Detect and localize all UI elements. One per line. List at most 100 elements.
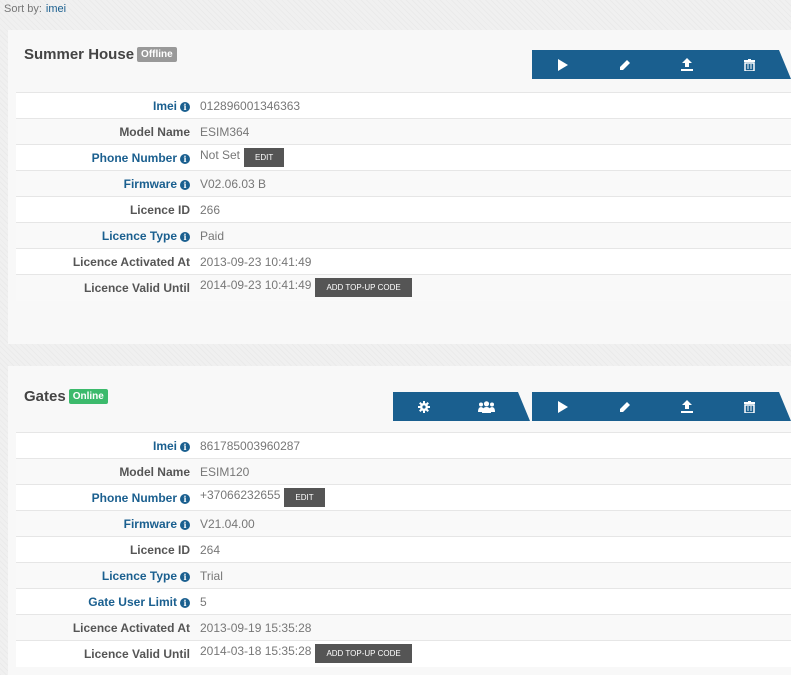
upload-button[interactable] — [656, 392, 718, 421]
row-value: Paid — [196, 222, 791, 249]
row-label: Model Name — [16, 458, 196, 485]
row-value: 5 — [196, 588, 791, 615]
info-icon[interactable]: i — [180, 519, 190, 530]
row-label: Gate User Limit i — [16, 588, 196, 615]
add-top-up-code-button[interactable]: ADD TOP-UP CODE — [315, 644, 412, 664]
row-label: Licence Activated At — [16, 614, 196, 641]
row-label: Phone Number i — [16, 144, 196, 171]
edit-phone-button[interactable]: EDIT — [244, 148, 285, 167]
table-row: Licence Type i Paid — [16, 222, 791, 249]
table-row: Licence Activated At 2013-09-19 15:35:28 — [16, 614, 791, 641]
status-badge: Offline — [137, 47, 177, 62]
delete-button[interactable] — [718, 50, 780, 79]
sort-bar: Sort by: imei — [0, 0, 66, 18]
row-value: 266 — [196, 196, 791, 223]
row-value: 2014-09-23 10:41:49 ADD TOP-UP CODE — [196, 274, 791, 301]
settings-button[interactable] — [393, 392, 455, 421]
table-row: Imei i 012896001346363 — [16, 92, 791, 119]
table-row: Licence Valid Until 2014-03-18 15:35:28 A… — [16, 640, 791, 667]
trash-icon — [744, 401, 755, 413]
status-badge: Online — [68, 389, 108, 404]
row-value: V21.04.00 — [196, 510, 791, 537]
table-row: Firmware i V21.04.00 — [16, 510, 791, 537]
device-info-table: Imei i 012896001346363 Model Name ESIM364… — [16, 92, 791, 301]
edit-button[interactable] — [594, 392, 656, 421]
info-icon[interactable]: i — [180, 571, 190, 582]
upload-icon — [681, 400, 693, 413]
info-icon[interactable]: i — [180, 231, 190, 242]
info-icon[interactable]: i — [180, 441, 190, 452]
table-row: Model Name ESIM364 — [16, 118, 791, 145]
table-row: Licence Activated At 2013-09-23 10:41:49 — [16, 248, 791, 275]
table-row: Licence ID 264 — [16, 536, 791, 563]
play-button[interactable] — [532, 392, 594, 421]
row-label: Model Name — [16, 118, 196, 145]
row-value: Not Set EDIT — [196, 144, 791, 171]
device-title: Summer House Offline — [24, 46, 177, 63]
device-settings-bar — [393, 392, 530, 421]
row-value: 2013-09-19 15:35:28 — [196, 614, 791, 641]
row-label: Firmware i — [16, 510, 196, 537]
upload-button[interactable] — [656, 50, 718, 79]
device-panel-summer-house: Summer House Offline Imei i 01289600134636… — [8, 30, 791, 344]
device-name: Gates — [24, 388, 66, 405]
row-label: Firmware i — [16, 170, 196, 197]
play-button[interactable] — [532, 50, 594, 79]
row-label: Licence Type i — [16, 222, 196, 249]
row-label: Licence Type i — [16, 562, 196, 589]
row-value: ESIM120 — [196, 458, 791, 485]
info-icon[interactable]: i — [180, 597, 190, 608]
row-value: 264 — [196, 536, 791, 563]
row-label: Licence Valid Until — [16, 640, 196, 667]
row-label: Licence ID — [16, 196, 196, 223]
device-name: Summer House — [24, 46, 135, 63]
table-row: Firmware i V02.06.03 B — [16, 170, 791, 197]
table-row: Model Name ESIM120 — [16, 458, 791, 485]
users-button[interactable] — [455, 392, 517, 421]
device-action-bar — [532, 50, 791, 79]
row-value: +37066232655 EDIT — [196, 484, 791, 511]
info-icon[interactable]: i — [180, 179, 190, 190]
table-row: Licence ID 266 — [16, 196, 791, 223]
pencil-icon — [619, 401, 631, 413]
table-row: Licence Type i Trial — [16, 562, 791, 589]
table-row: Phone Number i Not Set EDIT — [16, 144, 791, 171]
row-value: 2014-03-18 15:35:28 ADD TOP-UP CODE — [196, 640, 791, 667]
edit-phone-button[interactable]: EDIT — [284, 488, 325, 507]
row-value: Trial — [196, 562, 791, 589]
row-label: Licence Activated At — [16, 248, 196, 275]
info-icon[interactable]: i — [180, 493, 190, 504]
row-label: Licence ID — [16, 536, 196, 563]
play-icon — [557, 59, 569, 71]
table-row: Phone Number i +37066232655 EDIT — [16, 484, 791, 511]
sort-label: Sort by: — [4, 3, 42, 15]
device-title: Gates Online — [24, 388, 108, 405]
row-label: Imei i — [16, 432, 196, 459]
users-icon — [478, 401, 495, 413]
row-value: 2013-09-23 10:41:49 — [196, 248, 791, 275]
device-panel-gates: Gates Online Imei i 861785003960287 Model … — [8, 366, 791, 675]
add-top-up-code-button[interactable]: ADD TOP-UP CODE — [315, 278, 412, 298]
device-info-table: Imei i 861785003960287 Model Name ESIM120… — [16, 432, 791, 667]
row-value: ESIM364 — [196, 118, 791, 145]
gear-icon — [418, 401, 430, 413]
row-value: 012896001346363 — [196, 92, 791, 119]
table-row: Gate User Limit i 5 — [16, 588, 791, 615]
upload-icon — [681, 58, 693, 71]
table-row: Licence Valid Until 2014-09-23 10:41:49 A… — [16, 274, 791, 301]
info-icon[interactable]: i — [180, 153, 190, 164]
sort-value-link[interactable]: imei — [46, 3, 66, 15]
pencil-icon — [619, 59, 631, 71]
row-value: V02.06.03 B — [196, 170, 791, 197]
row-label: Licence Valid Until — [16, 274, 196, 301]
row-value: 861785003960287 — [196, 432, 791, 459]
edit-button[interactable] — [594, 50, 656, 79]
delete-button[interactable] — [718, 392, 780, 421]
table-row: Imei i 861785003960287 — [16, 432, 791, 459]
device-action-bar — [532, 392, 791, 421]
trash-icon — [744, 59, 755, 71]
row-label: Phone Number i — [16, 484, 196, 511]
play-icon — [557, 401, 569, 413]
info-icon[interactable]: i — [180, 101, 190, 112]
row-label: Imei i — [16, 92, 196, 119]
